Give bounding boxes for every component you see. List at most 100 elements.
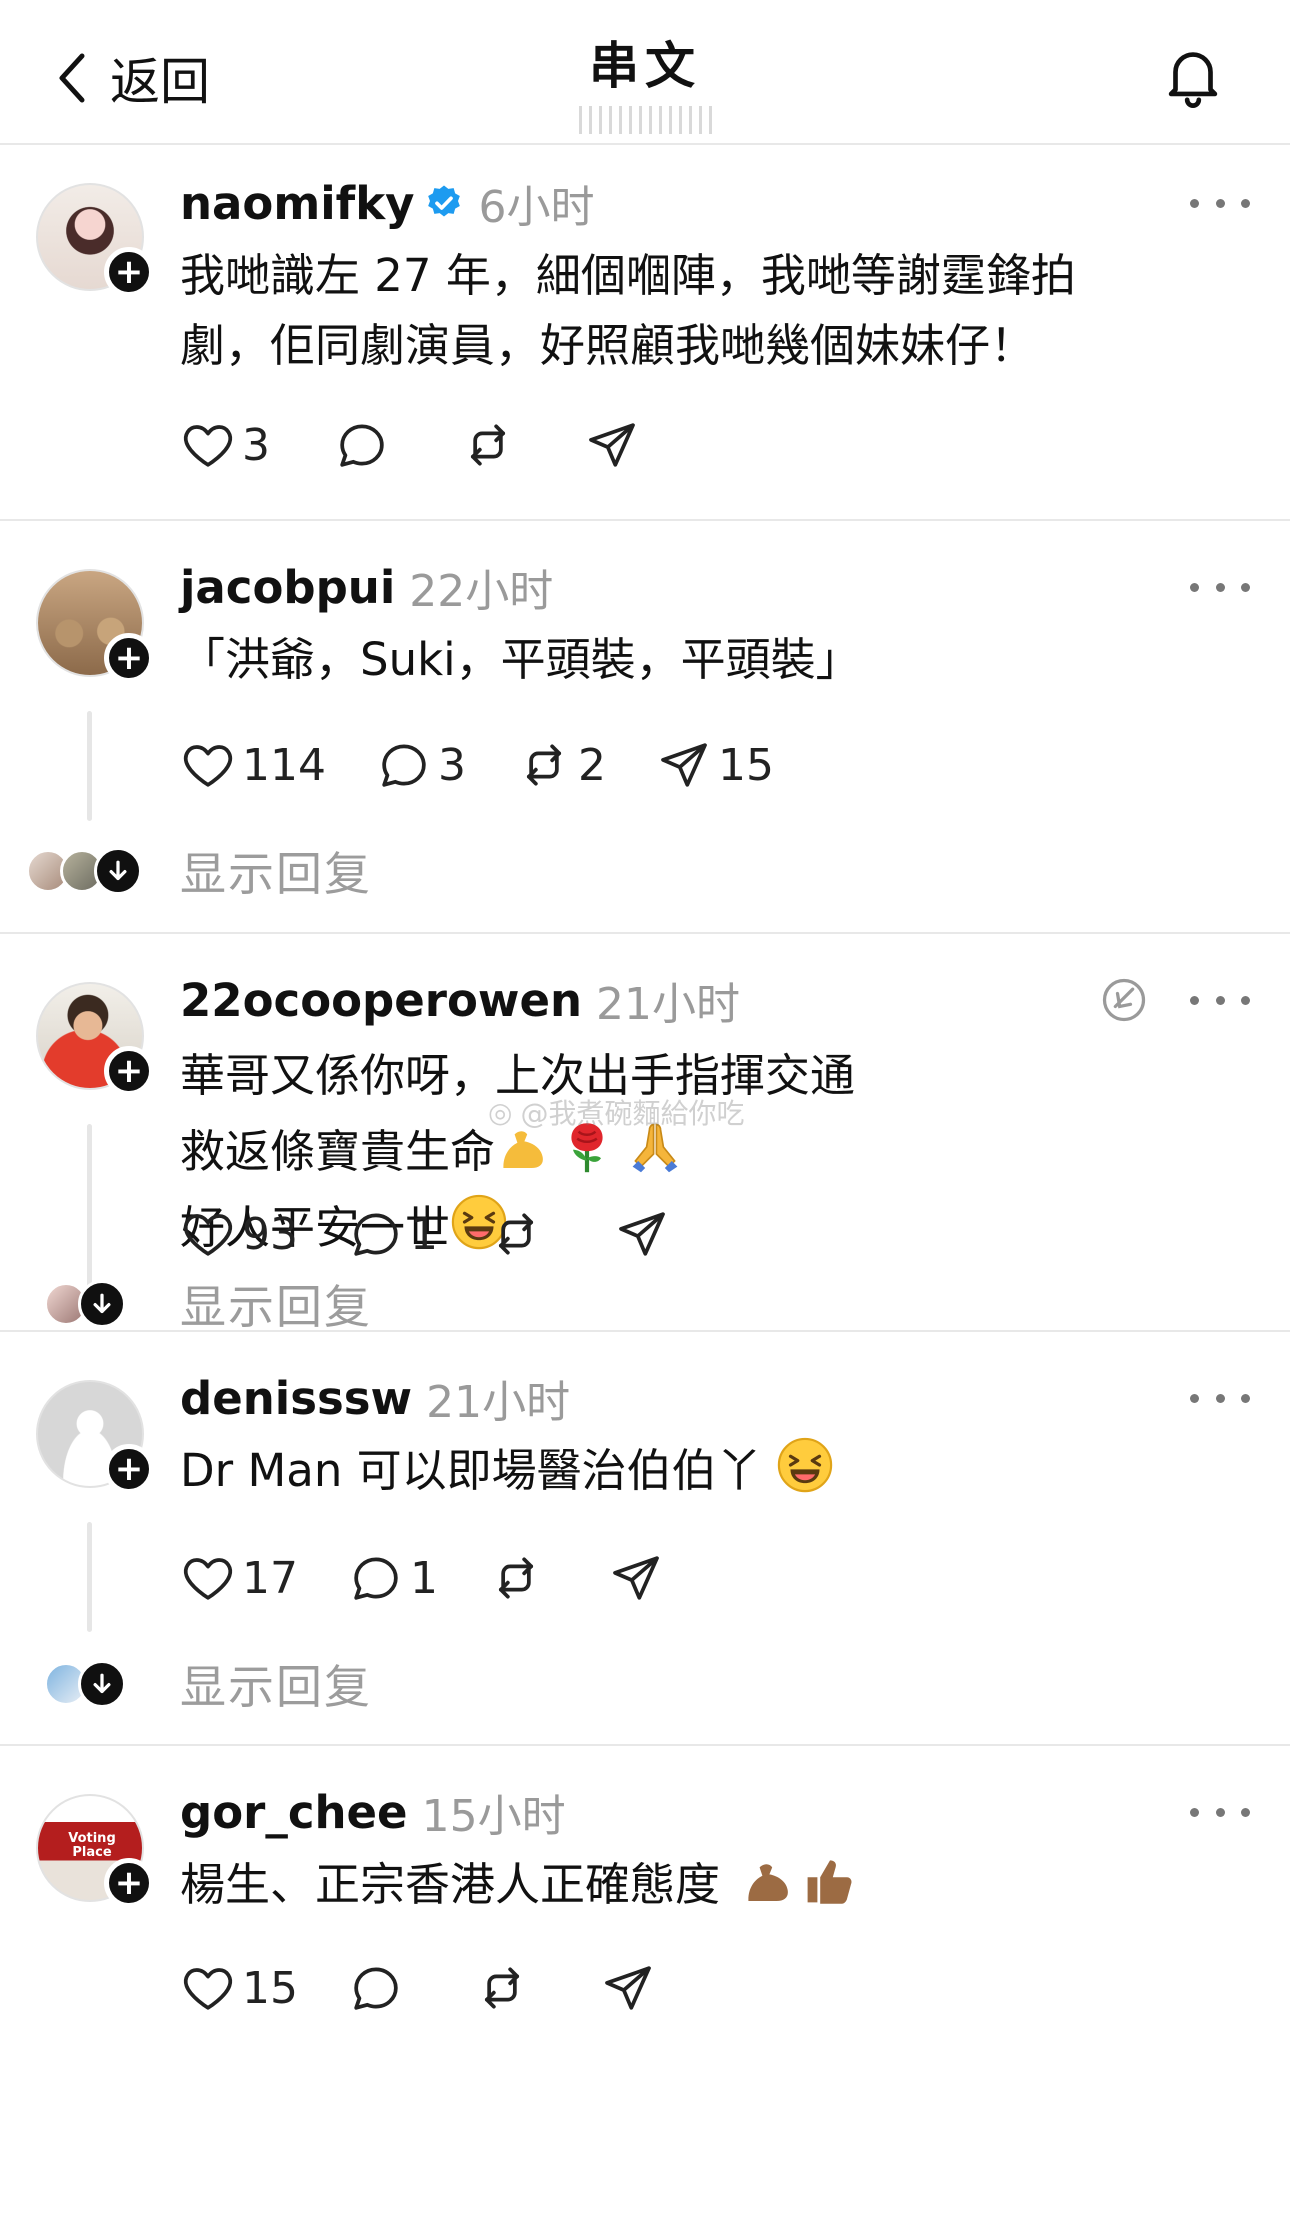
show-replies-button[interactable]: 显示回复 [0, 836, 1290, 906]
post-text-line: 救返條寶貴生命 [180, 1125, 496, 1178]
repost-button[interactable] [474, 1960, 530, 2016]
repost-icon [488, 1550, 544, 1606]
username[interactable]: naomifky [180, 177, 414, 230]
send-icon [614, 1206, 670, 1262]
flexed-biceps-emoji-icon [495, 1119, 551, 1175]
reply-count: 3 [437, 739, 466, 791]
heart-icon [180, 1960, 236, 2016]
translate-icon[interactable] [1098, 974, 1150, 1026]
more-options-icon[interactable] [1190, 1794, 1250, 1830]
post-text-line: 楊生、正宗香港人正確態度 [180, 1858, 721, 1911]
comment-icon [348, 1960, 404, 2016]
show-replies-button[interactable]: 显示回复 [0, 1649, 1290, 1719]
repost-button[interactable] [488, 1550, 544, 1606]
thread-post: Voting Place + gor_chee 15小时 楊生、正宗香港人正確態… [0, 1746, 1290, 2014]
post-time: 6小时 [478, 182, 595, 233]
share-button[interactable] [608, 1550, 664, 1606]
avatar[interactable]: + [36, 569, 154, 683]
username[interactable]: gor_chee [180, 1786, 408, 1839]
comment-icon [348, 1550, 404, 1606]
send-icon [608, 1550, 664, 1606]
share-button[interactable] [614, 1206, 670, 1262]
like-button[interactable]: 114 [180, 737, 326, 793]
username[interactable]: jacobpui [180, 561, 395, 614]
post-time: 21小时 [596, 979, 741, 1030]
repost-icon [488, 1206, 544, 1262]
share-button[interactable] [584, 417, 640, 473]
follow-button[interactable]: + [104, 1444, 154, 1494]
more-options-icon[interactable] [1190, 1380, 1250, 1416]
thread-post: + 22ocooperowen 21小时 華哥又係你呀，上次出手指揮交通 救返條… [0, 934, 1290, 1334]
arrow-down-icon [94, 847, 142, 895]
username[interactable]: denisssw [180, 1372, 412, 1425]
like-count: 3 [242, 419, 270, 471]
reply-avatars [44, 1660, 126, 1708]
share-button[interactable] [600, 1960, 656, 2016]
avatar-sign-text: Voting Place [68, 1831, 116, 1860]
send-icon [600, 1960, 656, 2016]
comment-icon [348, 1206, 404, 1262]
reply-avatars [26, 847, 142, 895]
reply-button[interactable]: 1 [348, 1206, 438, 1262]
reply-button[interactable]: 1 [348, 1550, 438, 1606]
show-replies-label: 显示回复 [180, 1280, 372, 1334]
like-count: 15 [242, 1962, 298, 2014]
repost-count: 2 [577, 739, 606, 791]
follow-button[interactable]: + [104, 633, 154, 683]
avatar[interactable]: Voting Place + [36, 1794, 154, 1908]
repost-icon [474, 1960, 530, 2016]
reply-button[interactable] [348, 1960, 404, 2016]
post-time: 21小时 [426, 1377, 571, 1428]
repost-button[interactable] [460, 417, 516, 473]
thread-post: + denisssw 21小时 Dr Man 可以即場醫治伯伯丫 17 1 显示… [0, 1332, 1290, 1746]
send-icon [656, 737, 712, 793]
repost-icon [516, 737, 572, 793]
thread-line [87, 711, 92, 821]
like-button[interactable]: 15 [180, 1960, 298, 2016]
like-count: 93 [242, 1208, 298, 1260]
avatar[interactable]: + [36, 1380, 154, 1494]
send-icon [584, 417, 640, 473]
share-count: 15 [717, 739, 774, 791]
more-options-icon[interactable] [1190, 185, 1250, 221]
repost-button[interactable]: 2 [516, 737, 606, 793]
bell-icon[interactable] [1158, 40, 1228, 110]
follow-button[interactable]: + [104, 1046, 154, 1096]
page-title-wrap: 串文 [0, 26, 1290, 134]
comment-icon [376, 737, 432, 793]
reply-button[interactable]: 3 [376, 737, 466, 793]
post-text-line: 華哥又係你呀，上次出手指揮交通 [180, 1049, 856, 1102]
rose-emoji-icon [559, 1119, 615, 1175]
avatar[interactable]: + [36, 982, 154, 1096]
folded-hands-emoji-icon [627, 1119, 683, 1175]
comment-icon [334, 417, 390, 473]
more-options-icon[interactable] [1190, 982, 1250, 1018]
thread-line [87, 1522, 92, 1632]
avatar[interactable]: + [36, 183, 154, 297]
like-button[interactable]: 93 [180, 1206, 298, 1262]
follow-button[interactable]: + [104, 247, 154, 297]
post-time: 15小时 [421, 1791, 566, 1842]
reply-count: 1 [410, 1208, 438, 1260]
heart-icon [180, 1206, 236, 1262]
like-button[interactable]: 3 [180, 417, 270, 473]
show-replies-button[interactable]: 显示回复 [0, 1269, 1290, 1339]
like-button[interactable]: 17 [180, 1550, 298, 1606]
more-options-icon[interactable] [1190, 569, 1250, 605]
post-time: 22小时 [409, 566, 554, 617]
reply-button[interactable] [334, 417, 390, 473]
follow-button[interactable]: + [104, 1858, 154, 1908]
heart-icon [180, 1550, 236, 1606]
thread-post: + naomifky 6小时 我哋識左 27 年，細個嗰陣，我哋等謝霆鋒拍 劇，… [0, 145, 1290, 521]
username[interactable]: 22ocooperowen [180, 974, 582, 1027]
show-replies-label: 显示回复 [180, 847, 372, 901]
heart-icon [180, 737, 236, 793]
arrow-down-icon [78, 1660, 126, 1708]
like-count: 17 [242, 1552, 298, 1604]
app-header: 返回 串文 [0, 0, 1290, 145]
flexed-biceps-emoji-icon [740, 1852, 796, 1908]
thumbs-up-emoji-icon [802, 1852, 858, 1908]
share-button[interactable]: 15 [656, 737, 774, 793]
repost-button[interactable] [488, 1206, 544, 1262]
post-text: 楊生、正宗香港人正確態度 [180, 1850, 1250, 1920]
